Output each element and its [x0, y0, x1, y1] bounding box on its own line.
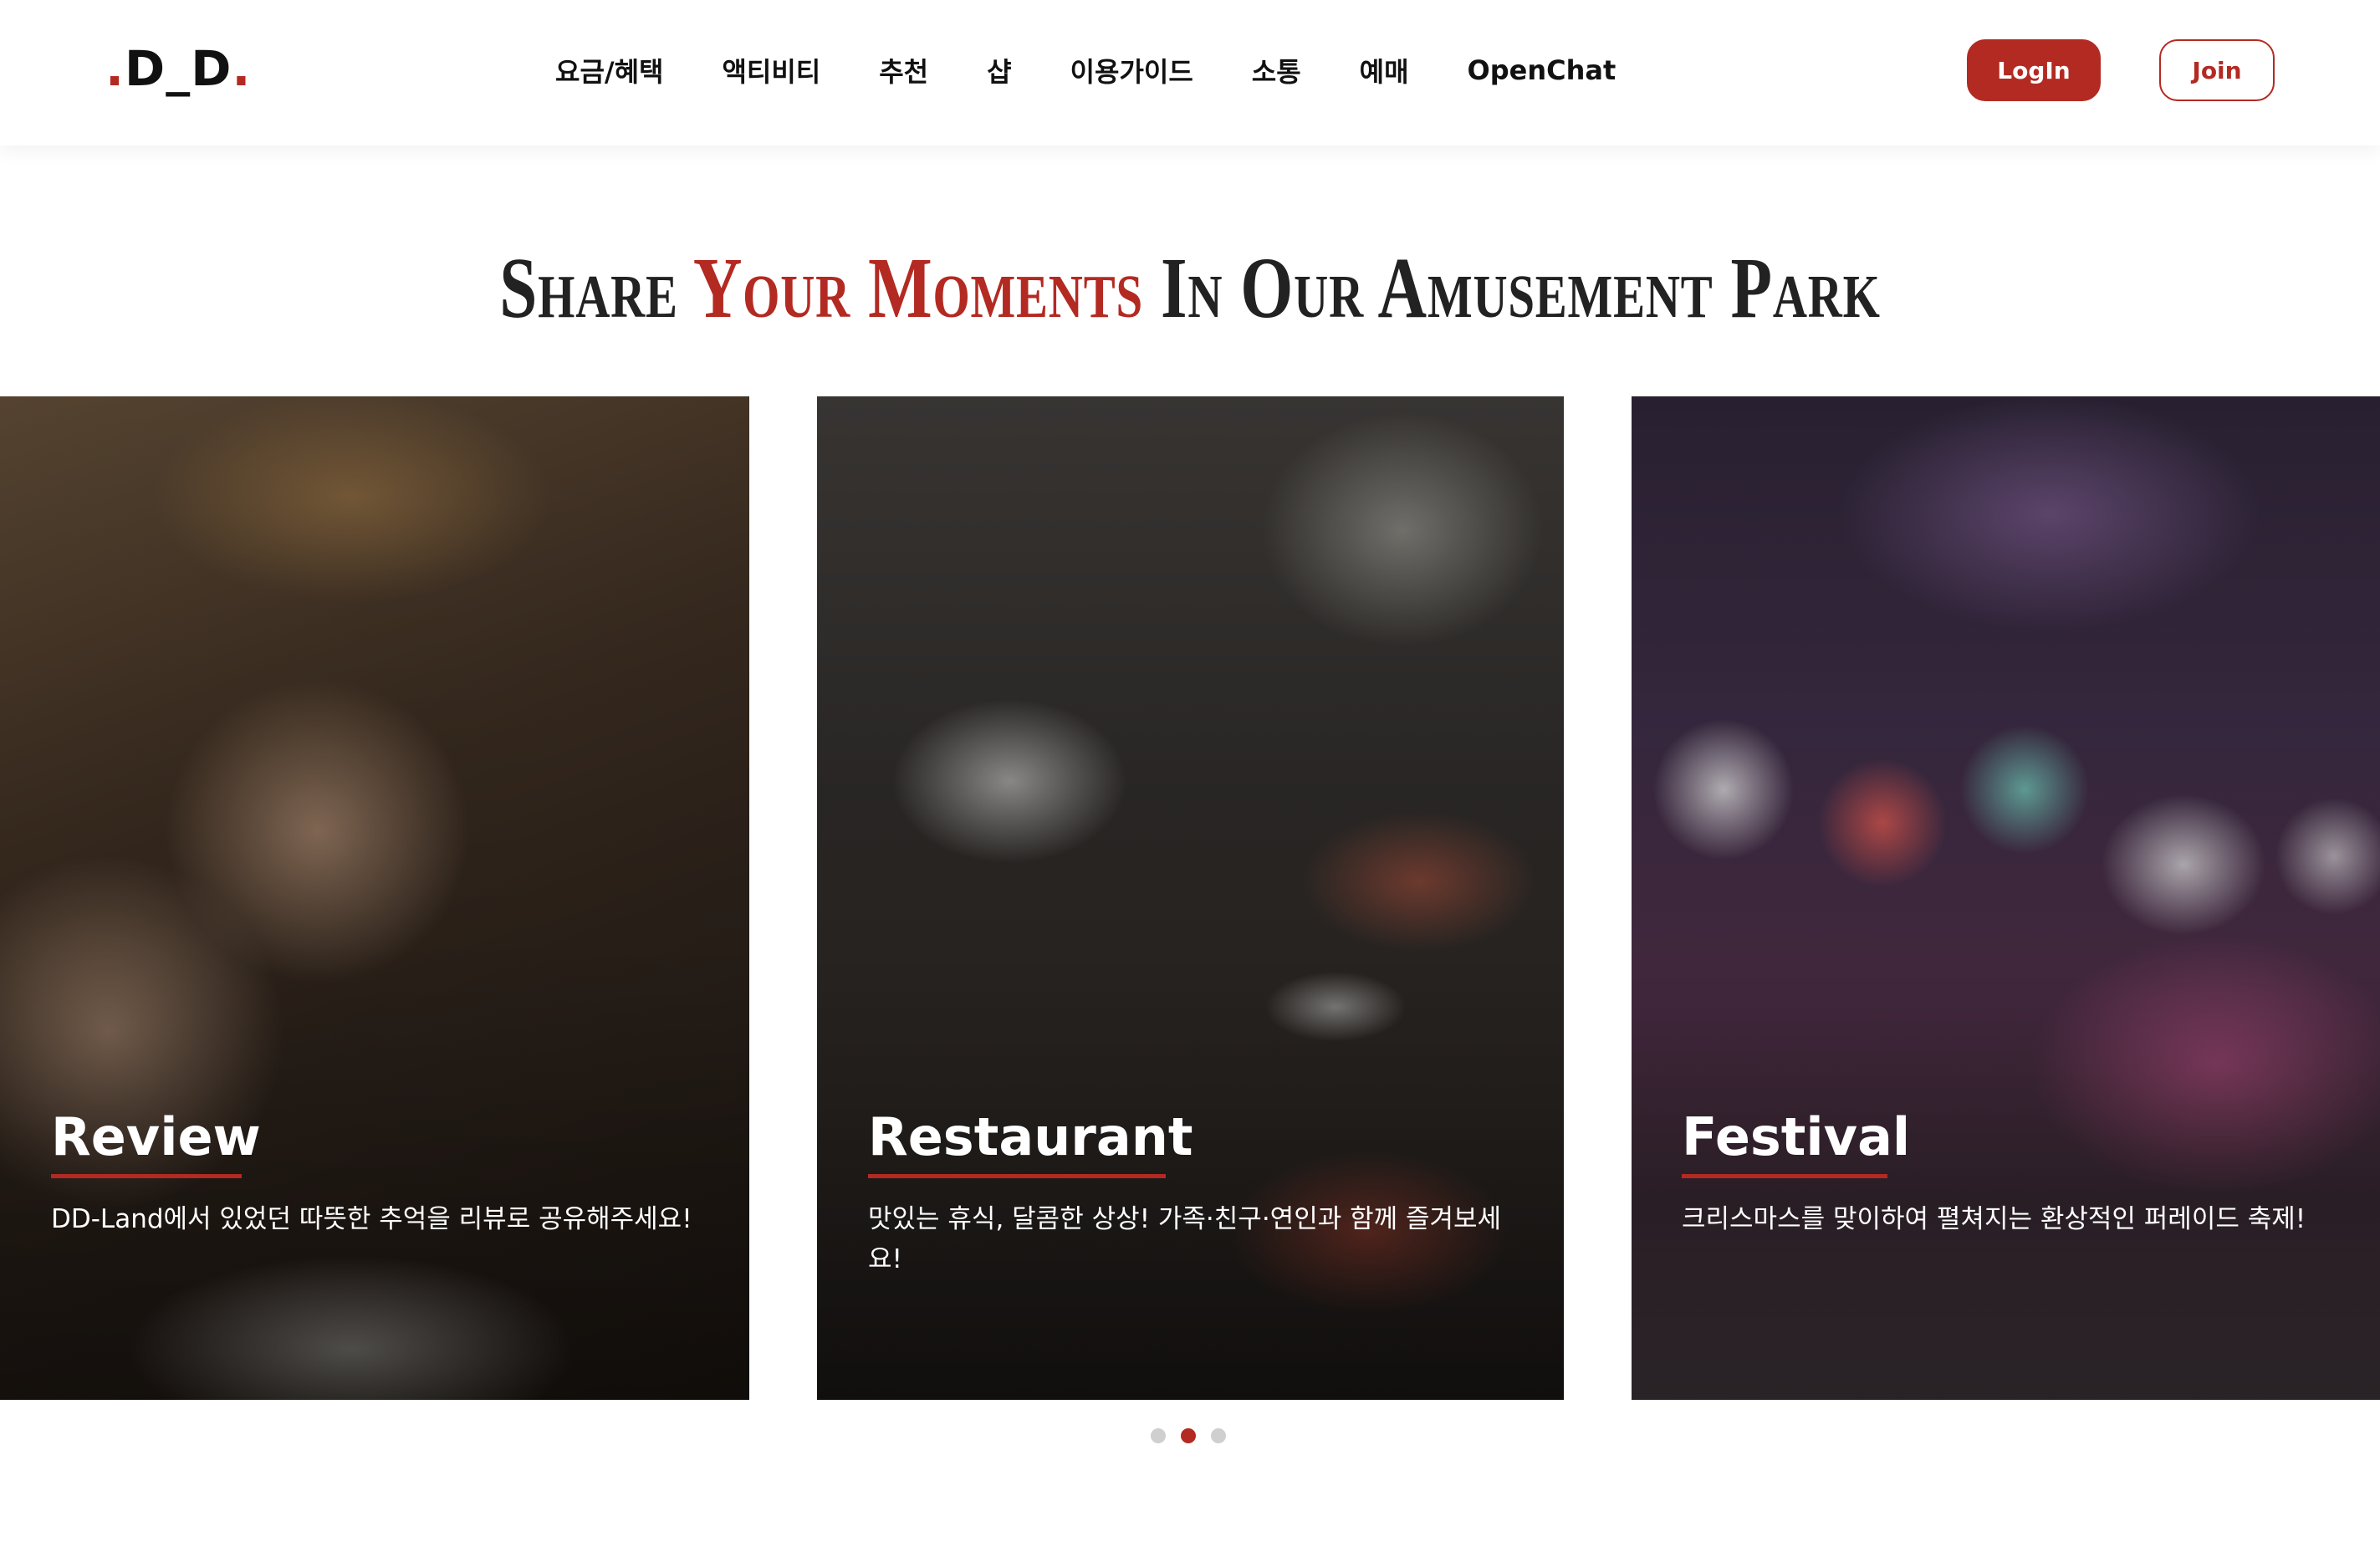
carousel-dot-3[interactable] [1211, 1428, 1226, 1443]
card-description: 크리스마스를 맞이하여 펼쳐지는 환상적인 퍼레이드 축제! [1682, 1204, 2306, 1234]
nav-item-community[interactable]: 소통 [1252, 51, 1301, 89]
nav-item-guide[interactable]: 이용가이드 [1070, 51, 1193, 89]
carousel-dot-2[interactable] [1181, 1428, 1196, 1443]
card-title: Restaurant [868, 1106, 1193, 1167]
carousel-pagination [1151, 1428, 1226, 1443]
section-title-part2: In Our Amusement Park [1142, 240, 1881, 336]
card-title: Festival [1682, 1106, 1911, 1167]
card-title-underline [51, 1174, 242, 1178]
logo-text: D_D [125, 40, 232, 97]
main-nav: 요금/혜택 액티비티 추천 샵 이용가이드 소통 예매 OpenChat [555, 45, 1616, 95]
site-header: .D_D. 요금/혜택 액티비티 추천 샵 이용가이드 소통 예매 OpenCh… [0, 0, 2380, 146]
card-image-review [0, 396, 749, 1400]
card-title-underline [868, 1174, 1166, 1178]
card-festival[interactable]: Festival 크리스마스를 맞이하여 펼쳐지는 환상적인 퍼레이드 축제! [1632, 396, 2380, 1400]
carousel-dot-1[interactable] [1151, 1428, 1166, 1443]
site-logo[interactable]: .D_D. [105, 38, 251, 99]
nav-item-activity[interactable]: 액티비티 [722, 51, 820, 89]
card-title: Review [51, 1106, 261, 1167]
join-button[interactable]: Join [2159, 39, 2275, 101]
card-review[interactable]: Review DD-Land에서 있었던 따뜻한 추억을 리뷰로 공유해주세요! [0, 396, 749, 1400]
card-title-underline [1682, 1174, 1887, 1178]
login-button[interactable]: LogIn [1967, 39, 2101, 101]
section-title-part1: Share [499, 240, 693, 336]
nav-item-booking[interactable]: 예매 [1360, 51, 1409, 89]
logo-dot-right: . [232, 40, 252, 97]
card-description: DD-Land에서 있었던 따뜻한 추억을 리뷰로 공유해주세요! [51, 1204, 692, 1234]
nav-item-recommend[interactable]: 추천 [879, 51, 928, 89]
card-carousel: Review DD-Land에서 있었던 따뜻한 추억을 리뷰로 공유해주세요!… [0, 396, 2380, 1400]
logo-dot-left: . [105, 40, 125, 97]
nav-item-pricing[interactable]: 요금/혜택 [555, 51, 663, 89]
card-image-festival [1632, 396, 2380, 1400]
card-description: 맛있는 휴식, 달콤한 상상! 가족·친구·연인과 함께 즐겨보세요! [868, 1204, 1502, 1274]
section-title-accent: Your Moments [692, 240, 1143, 336]
card-restaurant[interactable]: Restaurant 맛있는 휴식, 달콤한 상상! 가족·친구·연인과 함께 … [817, 396, 1564, 1400]
nav-item-shop[interactable]: 샵 [987, 51, 1011, 89]
nav-item-openchat[interactable]: OpenChat [1468, 54, 1616, 86]
section-title: Share Your Moments In Our Amusement Park [262, 234, 2118, 343]
